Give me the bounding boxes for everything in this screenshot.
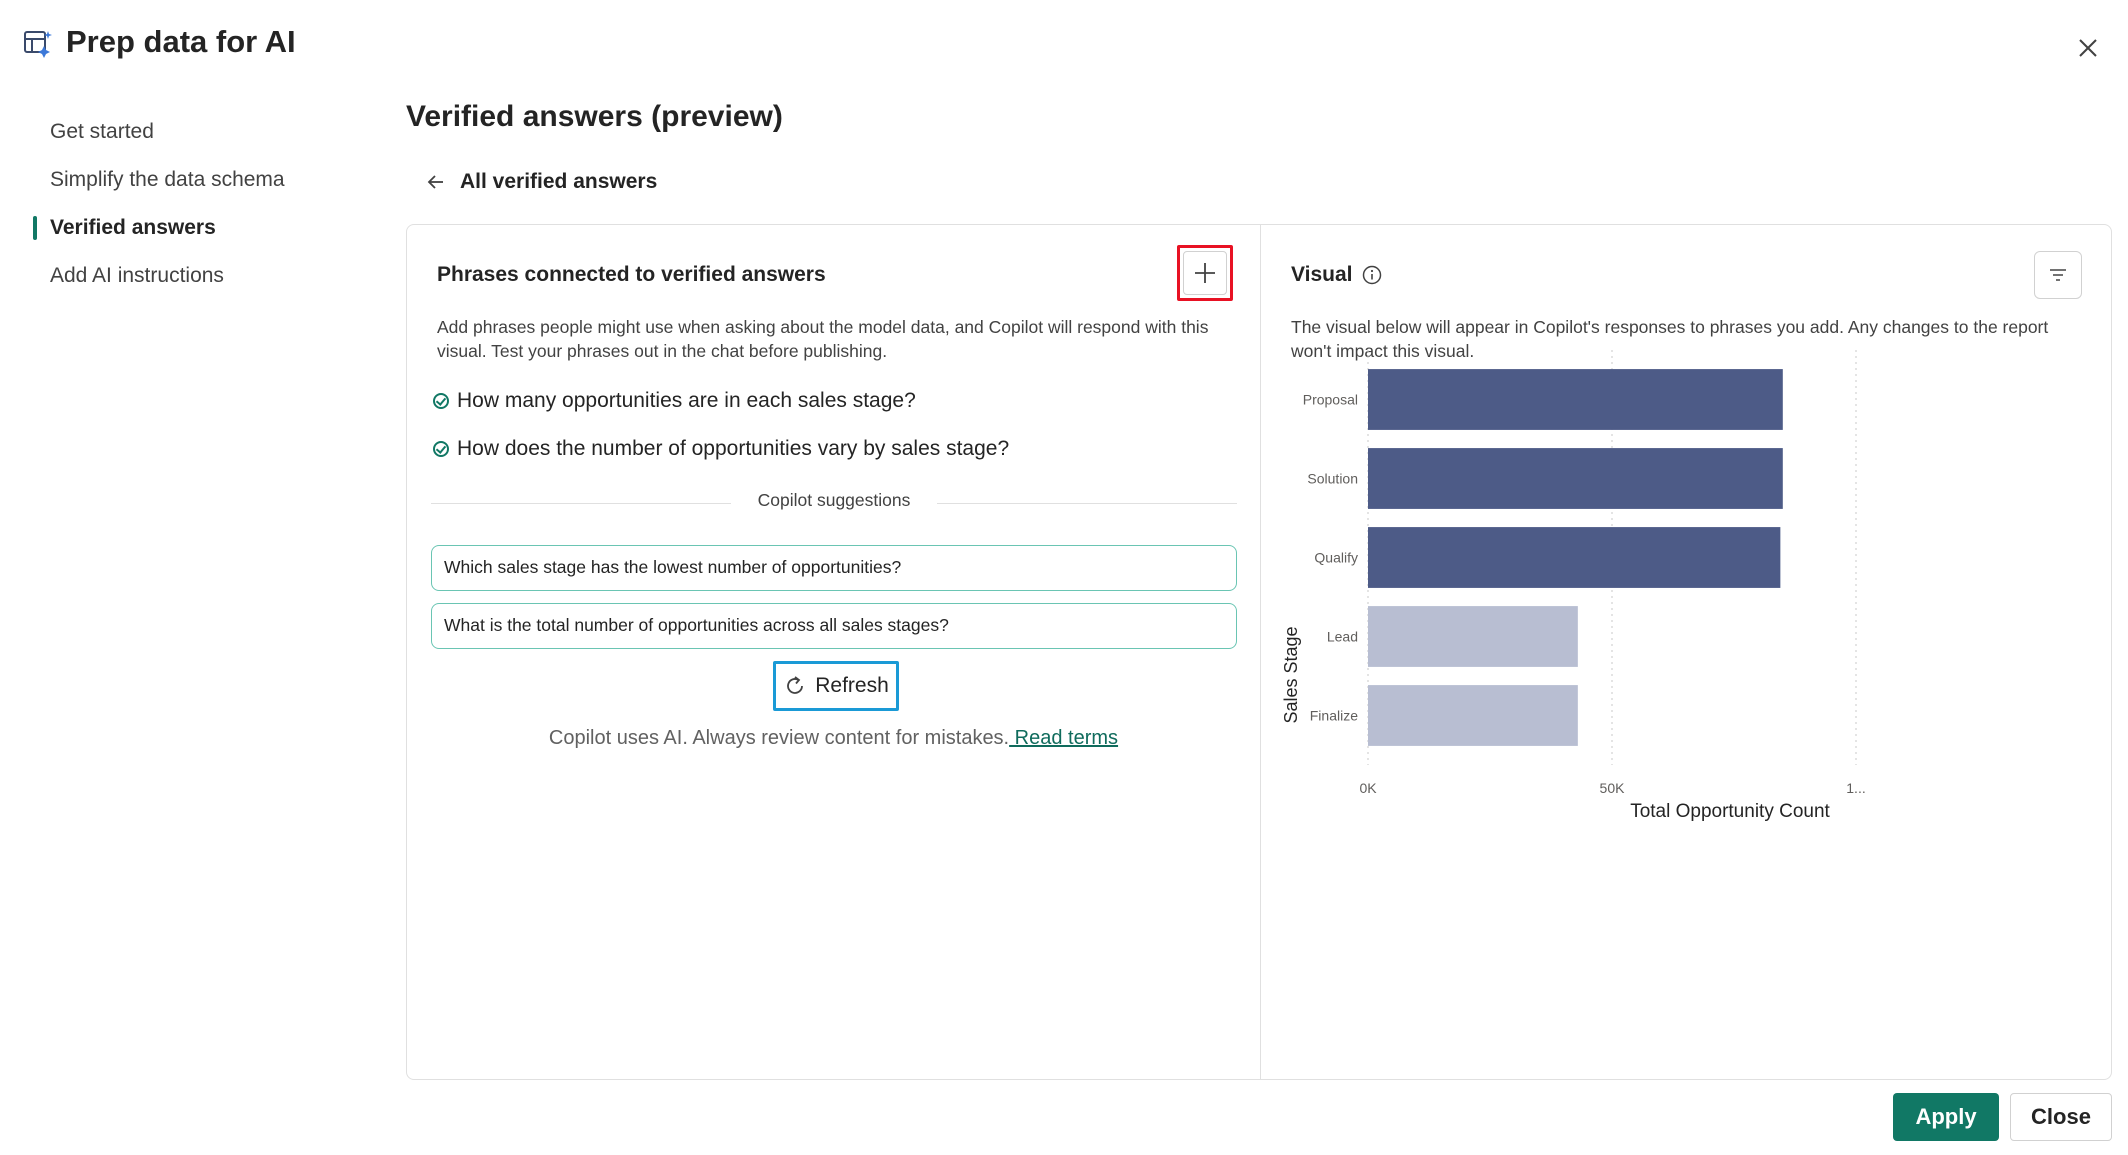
x-tick-label: 1... bbox=[1846, 780, 1865, 796]
x-tick-label: 50K bbox=[1600, 780, 1626, 796]
add-phrase-button[interactable] bbox=[1177, 245, 1233, 301]
arrow-left-icon bbox=[427, 175, 443, 189]
read-terms-link[interactable]: Read terms bbox=[1009, 727, 1118, 749]
bar-lead[interactable] bbox=[1368, 606, 1578, 667]
y-axis-label: Sales Stage bbox=[1281, 626, 1301, 723]
refresh-icon bbox=[787, 676, 804, 694]
close-icon[interactable] bbox=[2070, 30, 2106, 66]
sales-stage-bar-chart: Proposal Solution Qualify Lead Finalize 0K 50… bbox=[1281, 350, 1866, 822]
phrase-item[interactable]: How many opportunities are in each sales… bbox=[433, 389, 916, 413]
phrases-panel-title: Phrases connected to verified answers bbox=[437, 263, 826, 286]
phrase-text: How many opportunities are in each sales… bbox=[457, 389, 916, 412]
check-circle-icon bbox=[433, 441, 449, 457]
sidebar-item-verified-answers[interactable]: Verified answers bbox=[30, 204, 350, 252]
sidebar-item-simplify-schema[interactable]: Simplify the data schema bbox=[30, 156, 350, 204]
disclaimer-text: Copilot uses AI. Always review content f… bbox=[548, 727, 1010, 749]
disclaimer: Copilot uses AI. Always review content f… bbox=[407, 727, 1260, 750]
suggestions-label: Copilot suggestions bbox=[757, 490, 911, 510]
plus-icon bbox=[1195, 263, 1215, 283]
phrases-panel-description: Add phrases people might use when asking… bbox=[437, 317, 1209, 361]
category-label: Solution bbox=[1307, 471, 1358, 487]
suggestion-chip[interactable]: Which sales stage has the lowest number … bbox=[431, 545, 1237, 591]
bar-finalize[interactable] bbox=[1368, 685, 1578, 746]
category-label: Proposal bbox=[1303, 392, 1358, 408]
x-axis-label: Total Opportunity Count bbox=[1630, 801, 1830, 822]
category-label: Finalize bbox=[1310, 708, 1358, 724]
title-bar: Prep data for AI bbox=[0, 0, 2128, 90]
app-title: Prep data for AI bbox=[66, 24, 296, 59]
phrases-panel: Phrases connected to verified answers Ad… bbox=[407, 225, 1260, 1079]
sidebar-item-ai-instructions[interactable]: Add AI instructions bbox=[30, 252, 350, 300]
bar-solution[interactable] bbox=[1368, 448, 1783, 509]
phrase-text: How does the number of opportunities var… bbox=[457, 437, 1010, 460]
check-circle-icon bbox=[433, 393, 449, 409]
bar-proposal[interactable] bbox=[1368, 369, 1783, 430]
back-link-label: All verified answers bbox=[460, 170, 658, 193]
sidebar-item-get-started[interactable]: Get started bbox=[30, 108, 350, 156]
phrase-item[interactable]: How does the number of opportunities var… bbox=[433, 437, 1009, 461]
close-button[interactable]: Close bbox=[2010, 1093, 2112, 1141]
x-tick-label: 0K bbox=[1359, 780, 1377, 796]
visual-panel: Visual The visual below will appear in C… bbox=[1261, 225, 2113, 1079]
back-link[interactable]: All verified answers bbox=[426, 170, 657, 194]
apply-button[interactable]: Apply bbox=[1893, 1093, 1999, 1141]
page-title: Verified answers (preview) bbox=[406, 100, 783, 133]
main-card: Phrases connected to verified answers Ad… bbox=[406, 224, 2112, 1080]
category-label: Lead bbox=[1327, 629, 1358, 645]
bar-qualify[interactable] bbox=[1368, 527, 1781, 588]
sidebar: Get started Simplify the data schema Ver… bbox=[30, 108, 350, 300]
category-label: Qualify bbox=[1314, 550, 1358, 566]
refresh-label: Refresh bbox=[815, 674, 889, 697]
prep-data-icon bbox=[24, 31, 52, 58]
suggestions-separator: Copilot suggestions bbox=[431, 490, 1237, 516]
suggestion-chip[interactable]: What is the total number of opportunitie… bbox=[431, 603, 1237, 649]
refresh-button[interactable]: Refresh bbox=[773, 661, 899, 711]
